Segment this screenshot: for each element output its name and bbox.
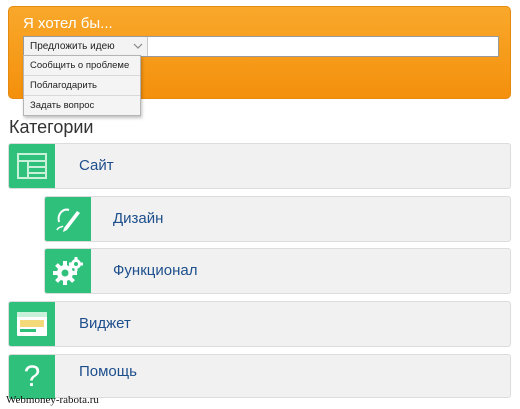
- gears-icon: [45, 249, 91, 293]
- category-label: Виджет: [79, 315, 131, 332]
- category-widget[interactable]: Виджет: [8, 301, 511, 347]
- category-design[interactable]: Дизайн: [44, 196, 511, 242]
- question-icon: ?: [9, 355, 55, 399]
- category-label: Сайт: [79, 157, 114, 174]
- category-site[interactable]: Сайт: [8, 143, 511, 189]
- select-value: Предложить идею: [30, 41, 115, 52]
- feedback-title: Я хотел бы...: [23, 15, 113, 32]
- option-thank[interactable]: Поблагодарить: [24, 75, 140, 95]
- option-ask-question[interactable]: Задать вопрос: [24, 95, 140, 115]
- watermark: Webmoney-rabota.ru: [6, 394, 99, 406]
- category-label: Помощь: [79, 363, 137, 380]
- category-label: Функционал: [113, 262, 198, 279]
- categories-heading: Категории: [9, 117, 94, 137]
- feedback-type-select[interactable]: Предложить идею: [24, 37, 148, 56]
- widget-icon: [9, 302, 55, 346]
- category-label: Дизайн: [113, 210, 164, 227]
- category-help[interactable]: ? Помощь: [8, 354, 511, 399]
- feedback-type-dropdown: Сообщить о проблеме Поблагодарить Задать…: [23, 55, 141, 116]
- category-functionality[interactable]: Функционал: [44, 248, 511, 294]
- pen-icon: [45, 197, 91, 241]
- chevron-down-icon: [133, 43, 143, 49]
- layout-icon: [9, 144, 55, 188]
- option-report-problem[interactable]: Сообщить о проблеме: [24, 56, 140, 75]
